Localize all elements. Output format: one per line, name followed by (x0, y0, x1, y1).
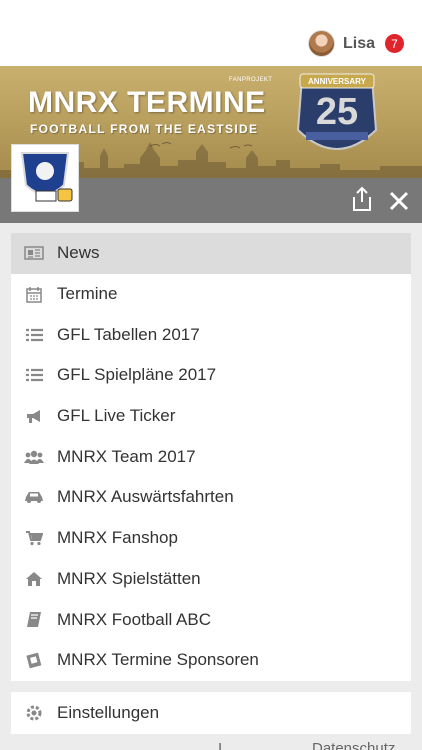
user-profile[interactable]: Lisa 7 (307, 30, 404, 57)
share-icon[interactable] (350, 186, 374, 212)
menu-item-label: MNRX Football ABC (57, 609, 211, 629)
banner-subtitle: FOOTBALL FROM THE EASTSIDE (30, 122, 259, 136)
anniversary-number: 25 (316, 91, 358, 133)
menu-item-label: MNRX Team 2017 (57, 446, 196, 466)
close-icon[interactable] (388, 190, 410, 212)
menu-item-label: News (57, 243, 100, 263)
settings-label: Einstellungen (57, 703, 160, 722)
shield-logo-icon (20, 152, 73, 202)
menu-item[interactable]: MNRX Football ABC (11, 599, 411, 640)
anniversary-logo: ANNIVERSARY 25 (296, 73, 378, 150)
footer-fragment-left[interactable]: I (218, 740, 222, 750)
newspaper-icon (24, 244, 44, 262)
home-icon (24, 570, 44, 588)
list-icon (24, 366, 44, 384)
menu-item-label: GFL Tabellen 2017 (57, 324, 200, 344)
book-icon (24, 611, 44, 629)
footer-privacy-link[interactable]: Datenschutz (312, 740, 395, 750)
menu-item[interactable]: MNRX Auswärtsfahrten (11, 477, 411, 518)
menu-item-label: Termine (57, 284, 118, 304)
menu-item-label: GFL Live Ticker (57, 406, 176, 426)
menu-item-label: MNRX Spielstätten (57, 568, 201, 588)
cart-icon (24, 529, 44, 547)
banner-label: FANPROJEKT (229, 77, 273, 83)
menu-item[interactable]: Termine (11, 274, 411, 315)
calendar-icon (24, 285, 44, 303)
app-logo (11, 144, 79, 212)
side-menu: News Termine GFL Tabellen 2017 GFL Spielplä… (11, 233, 411, 681)
menu-item-label: MNRX Termine Sponsoren (57, 650, 259, 670)
menu-item[interactable]: MNRX Team 2017 (11, 436, 411, 477)
menu-item[interactable]: GFL Live Ticker (11, 396, 411, 437)
menu-item[interactable]: MNRX Fanshop (11, 518, 411, 559)
tickets-icon (24, 651, 44, 669)
menu-item[interactable]: MNRX Termine Sponsoren (11, 640, 411, 681)
banner-title: MNRX TERMINE (28, 86, 266, 119)
top-bar: Lisa 7 (0, 0, 422, 66)
megaphone-icon (24, 407, 44, 425)
group-icon (24, 448, 44, 466)
menu-item[interactable]: GFL Spielpläne 2017 (11, 355, 411, 396)
settings-item[interactable]: Einstellungen (11, 692, 411, 734)
anniversary-text: ANNIVERSARY (308, 77, 367, 86)
menu-item-label: MNRX Auswärtsfahrten (57, 487, 234, 507)
user-name[interactable]: Lisa (343, 35, 375, 53)
menu-item-label: GFL Spielpläne 2017 (57, 365, 217, 385)
menu-item[interactable]: MNRX Spielstätten (11, 559, 411, 600)
gear-icon (24, 704, 44, 722)
avatar[interactable] (307, 30, 335, 57)
menu-item-label: MNRX Fanshop (57, 528, 178, 548)
menu-item[interactable]: GFL Tabellen 2017 (11, 314, 411, 355)
list-icon (24, 326, 44, 344)
notification-badge[interactable]: 7 (385, 34, 404, 53)
menu-item[interactable]: News (11, 233, 411, 274)
car-icon (24, 488, 44, 506)
